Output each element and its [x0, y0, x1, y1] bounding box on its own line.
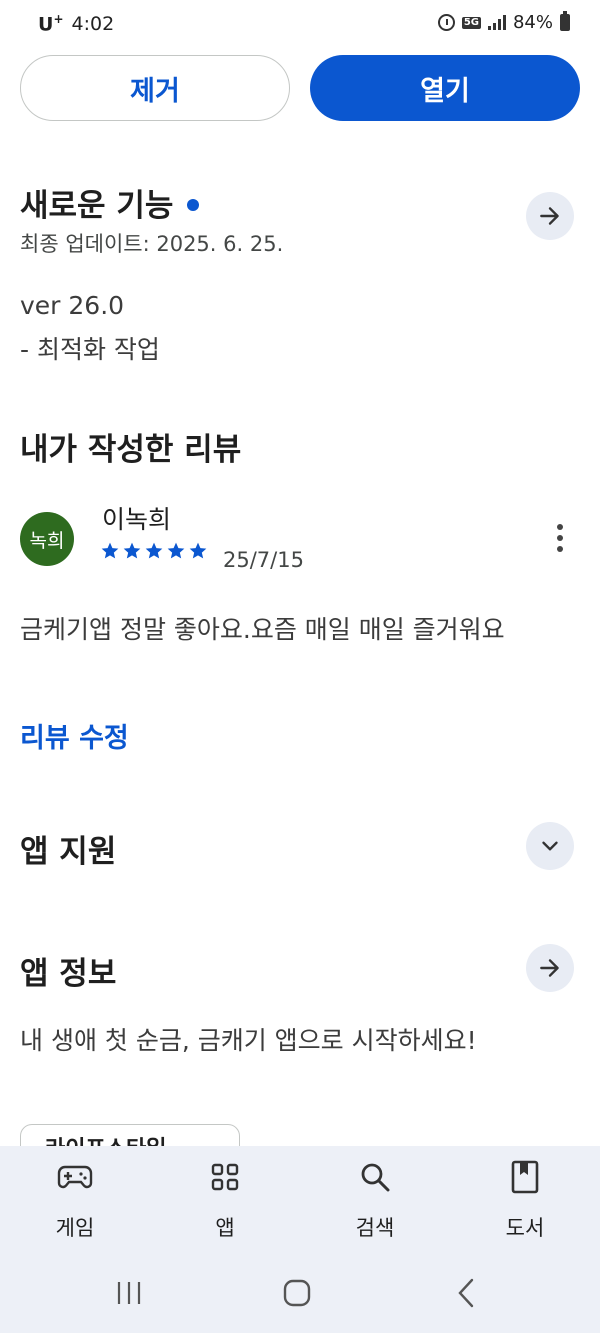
app-support-expand-button[interactable]	[526, 822, 574, 870]
star-icon	[101, 542, 119, 559]
home-icon[interactable]	[277, 1276, 317, 1310]
review-text: 금케기앱 정말 좋아요.요즘 매일 매일 즐거워요	[20, 615, 505, 644]
reviewer-name: 이녹희	[102, 505, 172, 534]
app-info-title[interactable]: 앱 정보	[20, 948, 116, 993]
nav-label-search: 검색	[355, 1216, 395, 1240]
bottom-navigation: 게임 앱 검색 도서	[0, 1146, 600, 1250]
nav-label-games: 게임	[55, 1216, 95, 1240]
arrow-right-icon	[540, 207, 559, 225]
avatar: 녹희	[20, 512, 74, 566]
open-button[interactable]: 열기	[310, 55, 580, 121]
star-icon	[189, 542, 207, 559]
version-text: ver 26.0	[20, 291, 125, 320]
new-indicator-dot	[187, 198, 200, 211]
system-navigation-bar	[0, 1250, 600, 1333]
book-icon	[511, 1160, 539, 1194]
back-icon[interactable]	[446, 1276, 486, 1310]
app-info-arrow-button[interactable]	[526, 944, 574, 992]
whats-new-header[interactable]: 새로운 기능	[20, 180, 200, 225]
signal-icon	[487, 15, 506, 30]
clock: 4:02	[71, 12, 115, 35]
nav-item-search[interactable]: 검색	[315, 1146, 435, 1250]
my-review-title: 내가 작성한 리뷰	[20, 432, 242, 468]
release-notes: - 최적화 작업	[20, 335, 160, 364]
recent-apps-icon[interactable]	[109, 1276, 149, 1310]
apps-grid-icon	[211, 1163, 239, 1191]
review-date: 25/7/15	[223, 548, 304, 572]
star-rating	[100, 541, 208, 561]
battery-percent: 84%	[512, 12, 553, 33]
last-updated: 최종 업데이트: 2025. 6. 25.	[20, 232, 284, 256]
carrier-label: U+	[38, 12, 64, 36]
network-type: 5G	[461, 16, 481, 29]
arrow-right-icon	[540, 959, 559, 977]
nav-item-apps[interactable]: 앱	[165, 1146, 285, 1250]
whats-new-arrow-button[interactable]	[526, 192, 574, 240]
nav-label-books: 도서	[505, 1216, 545, 1240]
whats-new-title: 새로운 기능	[20, 188, 174, 224]
star-icon	[123, 542, 141, 559]
nav-item-books[interactable]: 도서	[465, 1146, 585, 1250]
search-icon	[361, 1163, 390, 1192]
nav-item-games[interactable]: 게임	[15, 1146, 135, 1250]
chevron-down-icon	[542, 841, 558, 851]
status-bar: U+ 4:02 5G 84%	[0, 0, 600, 46]
app-description: 내 생애 첫 순금, 금캐기 앱으로 시작하세요!	[20, 1026, 477, 1055]
nav-label-apps: 앱	[215, 1216, 235, 1240]
gamepad-icon	[57, 1165, 93, 1189]
app-support-title[interactable]: 앱 지원	[20, 826, 116, 871]
edit-review-link[interactable]: 리뷰 수정	[20, 716, 129, 755]
battery-icon	[560, 11, 570, 31]
star-icon	[145, 542, 163, 559]
remove-button[interactable]: 제거	[20, 55, 290, 121]
alarm-icon	[437, 14, 455, 31]
star-icon	[167, 542, 185, 559]
more-options-icon[interactable]	[548, 520, 572, 556]
